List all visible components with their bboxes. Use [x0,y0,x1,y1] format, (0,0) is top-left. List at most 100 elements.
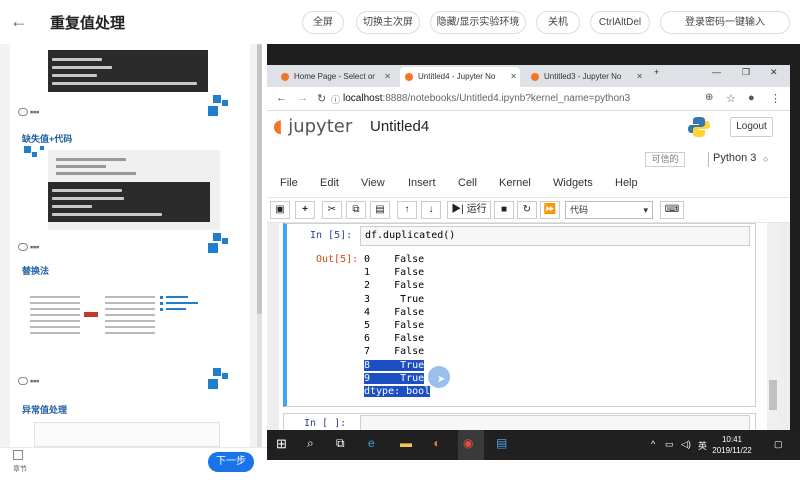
jupyter-logo-text: jupyter [288,116,353,137]
menu-file[interactable]: File [280,177,298,189]
output-row: 4 False [364,306,425,318]
kernel-indicator-icon: ○ [763,154,769,164]
windows-start-icon[interactable]: ⊞ [276,436,287,452]
restart-run-all-icon[interactable]: ⏩ [540,201,560,219]
tab-label: Untitled3 - Jupyter No [544,72,622,81]
section-missing-title: 缺失值+代码 [22,134,73,144]
notepad-icon[interactable]: ▤ [496,436,507,450]
output-row: 1 False [364,267,425,279]
password-input-button[interactable]: 登录密码一键输入 [660,11,790,34]
jupyter-logo[interactable]: ◖ jupyter [273,116,352,137]
cell-type-select[interactable]: 代码 [565,201,653,219]
output-row: 6 False [364,333,425,345]
search-icon[interactable]: ⌕ [307,436,314,451]
notebook-name[interactable]: Untitled4 [370,118,429,135]
output-row: 0 False [364,254,425,265]
chapter-icon[interactable] [13,450,23,460]
bullet-line [166,302,198,304]
forward-icon[interactable]: → [297,92,308,104]
clock-time: 10:41 [721,435,743,444]
keyboard-icon[interactable]: ⌨ [660,201,684,219]
menu-widgets[interactable]: Widgets [553,177,593,189]
fullscreen-button[interactable]: 全屏 [302,11,344,34]
menu-kernel[interactable]: Kernel [499,177,531,189]
file-explorer-icon[interactable]: ▬ [400,436,412,450]
notification-icon[interactable]: ▢ [774,439,783,450]
run-label: 运行 [466,204,487,215]
slide-logo: ■■■ [18,243,39,251]
volume-icon[interactable]: ◁) [681,439,691,450]
task-view-icon[interactable]: ⧉ [336,436,345,451]
selected-cell[interactable] [283,223,756,407]
below-area [267,460,800,480]
url-field[interactable]: localhost:8888/notebooks/Untitled4.ipynb… [343,93,630,104]
tab-untitled4[interactable]: Untitled4 - Jupyter No ✕ [400,67,520,87]
info-icon[interactable]: ⓘ [331,93,340,106]
menu-edit[interactable]: Edit [320,177,339,189]
jupyter-app-icon[interactable]: ◖ [432,436,439,450]
back-icon[interactable]: ← [276,92,287,104]
new-tab-icon[interactable]: + [654,67,659,77]
trusted-badge[interactable]: 可信的 [645,152,685,167]
run-button[interactable]: ▶| 运行 [447,201,491,219]
bullet-line [56,158,126,161]
restart-icon[interactable]: ↻ [517,201,537,219]
minimize-icon[interactable]: — [712,67,721,77]
reload-icon[interactable]: ↻ [317,92,326,105]
copy-icon[interactable]: ⧉ [346,201,366,219]
menu-dots-icon[interactable]: ⋮ [770,92,781,105]
input-language[interactable]: 英 [698,439,707,452]
zoom-icon[interactable]: ⊕ [705,92,713,103]
profile-icon[interactable]: ● [748,92,755,104]
close-icon[interactable]: ✕ [510,67,517,87]
sidebar-scroll-thumb[interactable] [257,44,262,314]
decor-square [222,100,228,106]
ctrl-alt-del-button[interactable]: CtrlAltDel [590,11,650,34]
bullet-dot [160,308,163,311]
bullet-dot [160,302,163,305]
notebook-scroll-thumb[interactable] [769,380,777,410]
back-arrow-icon[interactable]: ← [10,12,28,30]
add-cell-icon[interactable]: + [295,201,315,219]
bullet-dot [160,296,163,299]
url-host: localhost [343,93,383,104]
empty-code-input[interactable] [360,415,750,431]
slide-logo: ■■■ [18,108,39,116]
tab-untitled3[interactable]: Untitled3 - Jupyter No ✕ [526,67,646,87]
network-icon[interactable]: ▭ [665,439,674,450]
paste-icon[interactable]: ▤ [370,201,390,219]
interrupt-icon[interactable]: ■ [494,201,514,219]
next-step-button[interactable]: 下一步 [208,452,254,472]
logout-button[interactable]: Logout [730,117,773,137]
cut-icon[interactable]: ✂ [322,201,342,219]
chrome-icon[interactable]: ◉ [463,436,473,450]
close-icon[interactable]: ✕ [384,67,391,87]
chapter-label[interactable]: 章节 [10,464,30,474]
clock[interactable]: 10:41 2019/11/22 [708,434,756,456]
menu-help[interactable]: Help [615,177,638,189]
code-input[interactable]: df.duplicated() [360,226,750,246]
toggle-env-button[interactable]: 隐藏/显示实验环境 [430,11,526,34]
maximize-icon[interactable]: ❐ [742,67,750,78]
decor-square [208,379,218,389]
window-close-icon[interactable]: ✕ [770,67,778,78]
shutdown-button[interactable]: 关机 [536,11,580,34]
edge-icon[interactable]: e [368,436,375,450]
menu-cell[interactable]: Cell [458,177,477,189]
tab-label: Home Page - Select or [294,72,375,81]
move-down-icon[interactable]: ↓ [421,201,441,219]
jupyter-favicon-icon [405,73,413,81]
out-prompt: Out[5]: [316,254,359,265]
decor-square [40,146,44,150]
switch-screen-button[interactable]: 切换主次屏 [356,11,420,34]
decor-square [222,373,228,379]
menu-insert[interactable]: Insert [408,177,436,189]
tab-home[interactable]: Home Page - Select or ✕ [276,67,394,87]
move-up-icon[interactable]: ↑ [397,201,417,219]
save-icon[interactable]: ▣ [270,201,290,219]
close-icon[interactable]: ✕ [636,67,643,87]
kernel-name[interactable]: Python 3 [713,152,756,164]
tray-expand-icon[interactable]: ^ [651,439,655,449]
menu-view[interactable]: View [361,177,385,189]
bookmark-star-icon[interactable]: ☆ [726,92,736,105]
